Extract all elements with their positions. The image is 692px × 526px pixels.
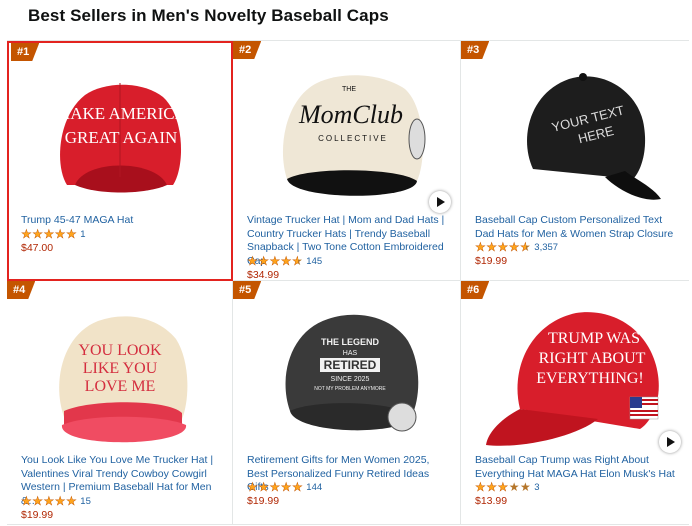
product-card-6[interactable]: #6 TRUMP WAS RIGHT ABOUT EVERYTHING! Bas… — [461, 281, 689, 525]
product-title-link[interactable]: Baseball Cap Custom Personalized Text Da… — [475, 214, 681, 241]
star-rating[interactable]: ★★★★★ ★★★★★ 15 — [21, 495, 91, 507]
product-card-2[interactable]: #2 THE MomClub COLLECTIVE Vintage Trucke… — [233, 41, 461, 281]
cap-text-line-2: LIKE YOU — [82, 360, 157, 377]
cap-text-line-1: THE LEGEND — [320, 337, 379, 347]
review-count[interactable]: 144 — [306, 482, 322, 493]
product-card-4[interactable]: #4 YOU LOOK LIKE YOU LOVE ME You Look Li… — [7, 281, 233, 525]
play-video-button[interactable] — [659, 431, 681, 453]
star-icons: ★★★★★★★★★★ — [247, 254, 304, 268]
star-icons: ★★★★★★★★★★ — [21, 227, 78, 241]
cap-text-line-4: SINCE 2025 — [330, 376, 369, 383]
cap-text-line-1: YOU LOOK — [78, 342, 162, 359]
review-count[interactable]: 3,357 — [534, 242, 558, 253]
star-icons: ★★★★★★★★★★ — [475, 480, 532, 494]
star-rating[interactable]: ★★★★★★★★★★ 145 — [247, 255, 322, 267]
product-title-link[interactable]: Baseball Cap Trump was Right About Every… — [475, 454, 681, 481]
cap-text-line-1: TRUMP WAS — [548, 330, 640, 347]
page-title: Best Sellers in Men's Novelty Baseball C… — [28, 6, 389, 25]
cap-text-line-3: LOVE ME — [84, 378, 155, 395]
rank-badge: #4 — [7, 281, 35, 299]
star-rating[interactable]: ★★★★★ ★★★★★ 144 — [247, 481, 322, 493]
price: $19.99 — [247, 495, 280, 507]
cap-text-line-2: HAS — [342, 350, 357, 357]
review-count[interactable]: 145 — [306, 256, 322, 267]
star-icons: ★★★★★★★★★★ — [475, 240, 532, 254]
review-count[interactable]: 1 — [80, 229, 85, 240]
star-rating[interactable]: ★★★★★ ★★★★★ 1 — [21, 228, 86, 240]
price: $19.99 — [475, 255, 508, 267]
product-title-link[interactable]: Trump 45-47 MAGA Hat — [21, 214, 224, 228]
cap-text-line-1: MAKE AMERICA — [55, 104, 187, 123]
cap-text-line-2: MomClub — [298, 100, 403, 129]
review-count[interactable]: 15 — [80, 496, 91, 507]
cream-pink-trucker-cap-image[interactable]: YOU LOOK LIKE YOU LOVE ME — [7, 299, 232, 469]
price: $19.99 — [21, 509, 54, 521]
price: $34.99 — [247, 269, 280, 281]
rank-badge: #3 — [461, 41, 489, 59]
play-video-button[interactable] — [429, 191, 451, 213]
product-card-1[interactable]: #1 MAKE AMERICA GREAT AGAIN Trump 45-47 … — [7, 41, 233, 281]
cream-black-trucker-cap-image[interactable]: THE MomClub COLLECTIVE — [233, 59, 460, 229]
black-retired-cap-image[interactable]: THE LEGEND HAS RETIRED SINCE 2025 NOT MY… — [233, 299, 460, 469]
review-count[interactable]: 3 — [534, 482, 539, 493]
star-icons: ★★★★★★★★★★ — [247, 480, 304, 494]
cap-text-line-1: THE — [342, 86, 356, 93]
cap-text-line-2: GREAT AGAIN — [64, 128, 177, 147]
cap-text-line-5: NOT MY PROBLEM ANYMORE — [314, 386, 386, 392]
red-maga-cap-image[interactable]: MAKE AMERICA GREAT AGAIN — [7, 59, 232, 229]
black-custom-text-cap-image[interactable]: YOUR TEXT HERE — [461, 59, 689, 229]
red-trump-right-cap-image[interactable]: TRUMP WAS RIGHT ABOUT EVERYTHING! — [461, 299, 689, 469]
product-card-3[interactable]: #3 YOUR TEXT HERE Baseball Cap Custom Pe… — [461, 41, 689, 281]
product-card-5[interactable]: #5 THE LEGEND HAS RETIRED SINCE 2025 NOT… — [233, 281, 461, 525]
rank-badge: #2 — [233, 41, 261, 59]
cap-text-line-2: RIGHT ABOUT — [539, 350, 646, 367]
bestseller-grid: #1 MAKE AMERICA GREAT AGAIN Trump 45-47 … — [7, 40, 689, 526]
price: $13.99 — [475, 495, 508, 507]
star-icons: ★★★★★★★★★★ — [21, 494, 78, 508]
cap-text-line-3: EVERYTHING! — [536, 370, 644, 387]
cap-text-line-3: RETIRED — [323, 358, 376, 372]
star-rating[interactable]: ★★★★★★★★★★ 3,357 — [475, 241, 558, 253]
rank-badge: #5 — [233, 281, 261, 299]
star-rating[interactable]: ★★★★★★★★★★ 3 — [475, 481, 540, 493]
cap-text-line-3: COLLECTIVE — [318, 134, 388, 143]
rank-badge: #6 — [461, 281, 489, 299]
price: $47.00 — [21, 242, 54, 254]
